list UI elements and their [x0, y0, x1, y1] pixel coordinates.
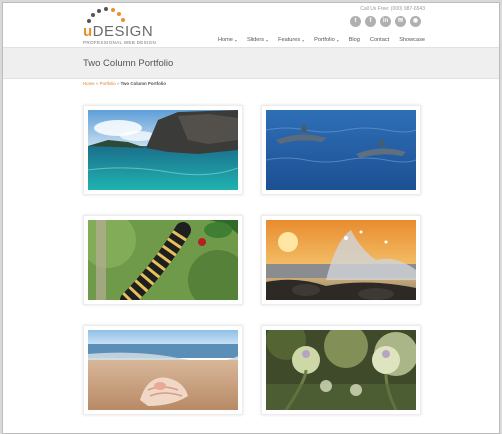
nav-item-showcase[interactable]: Showcase	[399, 37, 425, 43]
chevron-down-icon: ▾	[302, 37, 305, 43]
nav-item-home[interactable]: Home ▾	[218, 37, 237, 43]
nav-item-blog[interactable]: Blog	[349, 37, 360, 43]
chevron-down-icon: ▾	[234, 37, 237, 43]
nav-item-contact[interactable]: Contact	[370, 37, 389, 43]
chevron-down-icon: ▾	[266, 37, 269, 43]
twitter-icon[interactable]: t	[350, 16, 361, 27]
linkedin-icon[interactable]: in	[380, 16, 391, 27]
site-logo[interactable]: uDESIGN PROFESSIONAL WEB DESIGN	[83, 7, 173, 47]
facebook-icon[interactable]: f	[365, 16, 376, 27]
social-icons: t f in ✉ ◉	[350, 16, 421, 27]
portfolio-item-caterpillar[interactable]	[83, 215, 243, 305]
breadcrumb-separator: »	[95, 81, 99, 86]
logo-wordmark: uDESIGN	[83, 23, 154, 40]
browser-page: uDESIGN PROFESSIONAL WEB DESIGN Call Us …	[2, 2, 500, 434]
page-title-band: Two Column Portfolio	[3, 47, 499, 79]
rss-icon[interactable]: ◉	[410, 16, 421, 27]
coastal-cliff-image	[88, 110, 238, 190]
portfolio-item-green-buds[interactable]	[261, 325, 421, 415]
main-nav: Home ▾ Sliders ▾ Features ▾ Portfolio ▾ Blog…	[218, 37, 425, 43]
sunset-wave-image	[266, 220, 416, 300]
breadcrumb: Home » Portfolio » Two Column Portfolio	[83, 81, 166, 86]
nav-item-features[interactable]: Features ▾	[278, 37, 304, 43]
dolphins-image	[266, 110, 416, 190]
portfolio-item-beach-shell[interactable]	[83, 325, 243, 415]
site-header: uDESIGN PROFESSIONAL WEB DESIGN Call Us …	[3, 3, 499, 47]
nav-item-portfolio[interactable]: Portfolio ▾	[314, 37, 339, 43]
email-icon[interactable]: ✉	[395, 16, 406, 27]
call-us-text: Call Us Free: (000) 987-6543	[360, 6, 425, 12]
breadcrumb-separator: »	[116, 81, 120, 86]
chevron-down-icon: ▾	[336, 37, 339, 43]
portfolio-item-coastal-cliff[interactable]	[83, 105, 243, 195]
portfolio-item-dolphins[interactable]	[261, 105, 421, 195]
portfolio-item-sunset-wave[interactable]	[261, 215, 421, 305]
logo-tagline: PROFESSIONAL WEB DESIGN	[83, 40, 157, 45]
page-title: Two Column Portfolio	[83, 58, 174, 69]
caterpillar-image	[88, 220, 238, 300]
breadcrumb-home-link[interactable]: Home	[83, 81, 95, 86]
breadcrumb-portfolio-link[interactable]: Portfolio	[100, 81, 116, 86]
beach-shell-image	[88, 330, 238, 410]
nav-item-sliders[interactable]: Sliders ▾	[247, 37, 268, 43]
breadcrumb-current: Two Column Portfolio	[120, 81, 166, 86]
green-buds-image	[266, 330, 416, 410]
